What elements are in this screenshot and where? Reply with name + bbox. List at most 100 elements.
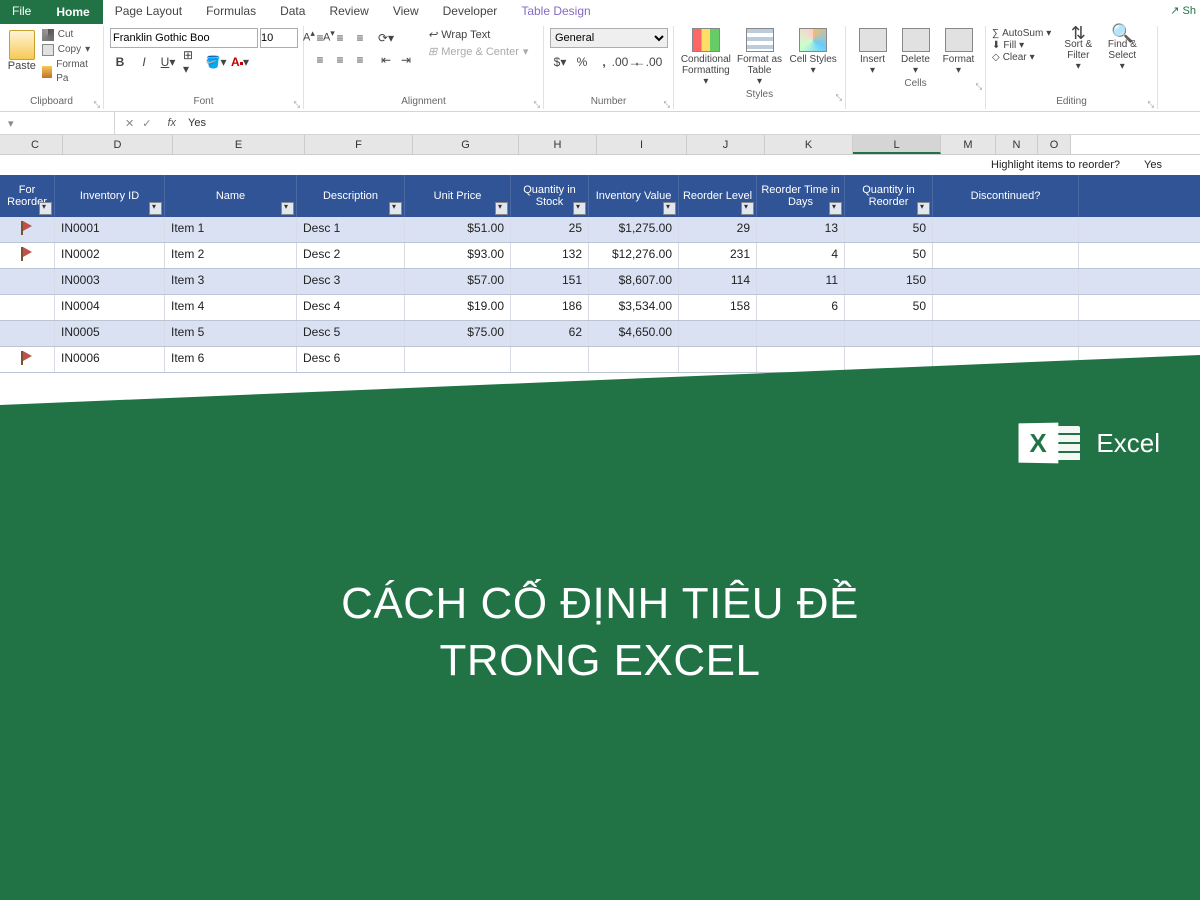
border-button[interactable]: ⊞ ▾ [182, 52, 202, 72]
cell-name[interactable]: Item 1 [165, 217, 297, 242]
cell-id[interactable]: IN0006 [55, 347, 165, 372]
cell-id[interactable]: IN0003 [55, 269, 165, 294]
cell-value[interactable]: $1,275.00 [589, 217, 679, 242]
cell-desc[interactable]: Desc 3 [297, 269, 405, 294]
cell-days[interactable]: 11 [757, 269, 845, 294]
th-reorder-days[interactable]: Reorder Time in Days [757, 175, 845, 217]
th-inventory-id[interactable]: Inventory ID [55, 175, 165, 217]
tab-home[interactable]: Home [43, 0, 102, 24]
table-row[interactable]: IN0001Item 1Desc 1$51.0025$1,275.0029135… [0, 217, 1200, 243]
font-size-select[interactable] [260, 28, 298, 48]
col-N[interactable]: N [996, 135, 1038, 154]
tab-formulas[interactable]: Formulas [194, 0, 268, 24]
cell-reorder[interactable]: 29 [679, 217, 757, 242]
col-I[interactable]: I [597, 135, 687, 154]
cell-price[interactable]: $75.00 [405, 321, 511, 346]
sort-filter-button[interactable]: ⇅Sort & Filter ▾ [1057, 28, 1099, 72]
cell-disc[interactable] [933, 321, 1079, 346]
cell-reorder[interactable]: 231 [679, 243, 757, 268]
cell-styles-button[interactable]: Cell Styles ▾ [787, 28, 839, 87]
th-reorder-level[interactable]: Reorder Level [679, 175, 757, 217]
align-middle-button[interactable]: ≡ [330, 28, 350, 48]
align-left-button[interactable]: ≡ [310, 50, 330, 70]
align-center-button[interactable]: ≡ [330, 50, 350, 70]
bold-button[interactable]: B [110, 52, 130, 72]
cell-desc[interactable]: Desc 4 [297, 295, 405, 320]
formula-value[interactable]: Yes [182, 117, 206, 129]
col-E[interactable]: E [173, 135, 305, 154]
filter-dropdown-icon[interactable] [39, 202, 52, 215]
tab-table-design[interactable]: Table Design [509, 0, 602, 24]
underline-button[interactable]: U ▾ [158, 52, 178, 72]
cell-desc[interactable]: Desc 1 [297, 217, 405, 242]
cell-days[interactable] [757, 321, 845, 346]
filter-dropdown-icon[interactable] [829, 202, 842, 215]
cell-price[interactable]: $93.00 [405, 243, 511, 268]
cell-disc[interactable] [933, 217, 1079, 242]
cell-reorder[interactable]: 114 [679, 269, 757, 294]
tab-developer[interactable]: Developer [431, 0, 510, 24]
cell-id[interactable]: IN0002 [55, 243, 165, 268]
col-H[interactable]: H [519, 135, 597, 154]
name-box[interactable]: ▾ [0, 112, 115, 134]
format-painter-button[interactable]: Format Pa [42, 58, 97, 86]
filter-dropdown-icon[interactable] [281, 202, 294, 215]
cell-name[interactable]: Item 3 [165, 269, 297, 294]
cell-disc[interactable] [933, 295, 1079, 320]
cell-qreorder[interactable]: 150 [845, 269, 933, 294]
find-select-button[interactable]: 🔍Find & Select ▾ [1101, 28, 1143, 72]
cell-name[interactable]: Item 4 [165, 295, 297, 320]
filter-dropdown-icon[interactable] [389, 202, 402, 215]
th-discontinued[interactable]: Discontinued? [933, 175, 1079, 217]
accounting-button[interactable]: $▾ [550, 52, 570, 72]
cell-value[interactable]: $4,650.00 [589, 321, 679, 346]
cell-id[interactable]: IN0005 [55, 321, 165, 346]
tab-review[interactable]: Review [317, 0, 380, 24]
font-name-select[interactable] [110, 28, 258, 48]
cell-qreorder[interactable] [845, 321, 933, 346]
fill-color-button[interactable]: 🪣▾ [206, 52, 226, 72]
cell-id[interactable]: IN0004 [55, 295, 165, 320]
cell-reorder[interactable] [679, 347, 757, 372]
merge-center-button[interactable]: ⊞Merge & Center ▾ [428, 45, 528, 58]
cell-desc[interactable]: Desc 5 [297, 321, 405, 346]
cell-days[interactable]: 6 [757, 295, 845, 320]
col-C[interactable]: C [8, 135, 63, 154]
cell-id[interactable]: IN0001 [55, 217, 165, 242]
font-color-button[interactable]: A▾ [230, 52, 250, 72]
cell-qty[interactable]: 132 [511, 243, 589, 268]
cell-value[interactable]: $3,534.00 [589, 295, 679, 320]
format-as-table-button[interactable]: Format as Table ▾ [734, 28, 786, 87]
delete-button[interactable]: Delete ▾ [895, 28, 936, 76]
th-qty-stock[interactable]: Quantity in Stock [511, 175, 589, 217]
cell-price[interactable]: $19.00 [405, 295, 511, 320]
th-description[interactable]: Description [297, 175, 405, 217]
col-K[interactable]: K [765, 135, 853, 154]
cell-qreorder[interactable]: 50 [845, 217, 933, 242]
align-bottom-button[interactable]: ≡ [350, 28, 370, 48]
increase-indent-button[interactable]: ⇥ [396, 50, 416, 70]
cell-price[interactable] [405, 347, 511, 372]
col-F[interactable]: F [305, 135, 413, 154]
align-top-button[interactable]: ≡ [310, 28, 330, 48]
cell-qty[interactable]: 62 [511, 321, 589, 346]
cell-days[interactable] [757, 347, 845, 372]
tab-page-layout[interactable]: Page Layout [103, 0, 194, 24]
cell-qty[interactable]: 25 [511, 217, 589, 242]
table-row[interactable]: IN0004Item 4Desc 4$19.00186$3,534.001586… [0, 295, 1200, 321]
cancel-formula-button[interactable]: ✕ [125, 117, 134, 130]
copy-button[interactable]: Copy ▾ [42, 43, 97, 57]
filter-dropdown-icon[interactable] [663, 202, 676, 215]
fx-button[interactable]: fx [161, 117, 182, 129]
highlight-answer[interactable]: Yes [1144, 159, 1162, 171]
table-row[interactable]: IN0002Item 2Desc 2$93.00132$12,276.00231… [0, 243, 1200, 269]
cell-name[interactable]: Item 5 [165, 321, 297, 346]
tab-data[interactable]: Data [268, 0, 317, 24]
cell-value[interactable]: $8,607.00 [589, 269, 679, 294]
cell-reorder[interactable]: 158 [679, 295, 757, 320]
filter-dropdown-icon[interactable] [573, 202, 586, 215]
clear-button[interactable]: ◇ Clear ▾ [992, 52, 1051, 63]
cell-qty[interactable]: 151 [511, 269, 589, 294]
th-unit-price[interactable]: Unit Price [405, 175, 511, 217]
decrease-indent-button[interactable]: ⇤ [376, 50, 396, 70]
